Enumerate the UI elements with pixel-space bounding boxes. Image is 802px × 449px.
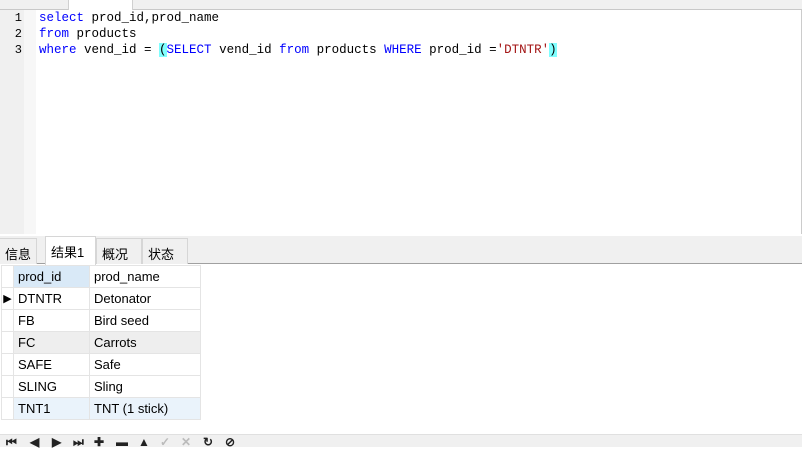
grid-toolbar: ⏮ ◀ ▶ ⏭ ✚ ▬ ▲ ✓ ✕ ↻ ⊘	[0, 434, 802, 448]
keyword: from	[39, 27, 70, 41]
delete-record-icon[interactable]: ▬	[116, 436, 128, 448]
apply-changes-icon[interactable]: ✓	[160, 436, 170, 448]
code-line-3: where vend_id = (SELECT vend_id from pro…	[39, 43, 557, 57]
column-header-prod-id[interactable]: prod_id	[13, 265, 90, 288]
row-indicator	[1, 265, 14, 288]
fold-margin	[24, 10, 36, 234]
code-text: products	[69, 27, 137, 41]
tab-profile[interactable]: 概况	[96, 238, 142, 264]
string-literal: 'DTNTR'	[496, 43, 550, 57]
row-indicator	[1, 309, 14, 332]
line-number: 2	[14, 27, 22, 41]
stop-icon[interactable]: ⊘	[225, 436, 235, 448]
refresh-icon[interactable]: ↻	[203, 436, 213, 448]
keyword: select	[39, 11, 85, 25]
table-row[interactable]: FC Carrots	[1, 331, 201, 354]
table-row[interactable]: TNT1 TNT (1 stick)	[1, 397, 201, 420]
query-tab-strip	[0, 0, 802, 10]
sql-editor[interactable]: 1 2 3 select prod_id,prod_name from prod…	[0, 10, 802, 234]
cell[interactable]: FC	[13, 331, 90, 354]
code-text: prod_id =	[421, 43, 497, 57]
keyword: WHERE	[384, 43, 422, 57]
prev-record-icon[interactable]: ◀	[30, 436, 39, 448]
column-header-prod-name[interactable]: prod_name	[89, 265, 201, 288]
result-grid[interactable]: prod_id prod_name ▶ DTNTR Detonator FB B…	[1, 265, 201, 420]
cell[interactable]: Detonator	[89, 287, 201, 310]
cell[interactable]: TNT1	[13, 397, 90, 420]
row-indicator	[1, 353, 14, 376]
tab-info[interactable]: 信息	[0, 238, 38, 264]
header-row: prod_id prod_name	[1, 265, 201, 288]
query-tab[interactable]	[68, 0, 133, 10]
result-tabs: 信息 结果1 概况 状态	[0, 236, 802, 265]
code-text: vend_id =	[76, 43, 160, 57]
code-line-2: from products	[39, 27, 137, 41]
code-text: prod_id,prod_name	[84, 11, 220, 25]
row-indicator	[1, 331, 14, 354]
cell[interactable]: Safe	[89, 353, 201, 376]
line-number: 1	[14, 11, 22, 25]
code-text: products	[309, 43, 385, 57]
paren-match: (	[159, 43, 167, 57]
paren-match: )	[549, 43, 557, 57]
keyword: where	[39, 43, 77, 57]
cell[interactable]: SAFE	[13, 353, 90, 376]
last-record-icon[interactable]: ⏭	[73, 436, 84, 448]
code-line-1: select prod_id,prod_name	[39, 11, 219, 25]
keyword: SELECT	[166, 43, 212, 57]
keyword: from	[279, 43, 310, 57]
cell[interactable]: TNT (1 stick)	[89, 397, 201, 420]
tab-result1[interactable]: 结果1	[45, 236, 96, 265]
row-indicator	[1, 375, 14, 398]
table-row[interactable]: SLING Sling	[1, 375, 201, 398]
cell[interactable]: DTNTR	[13, 287, 90, 310]
code-text: vend_id	[211, 43, 280, 57]
cell[interactable]: Sling	[89, 375, 201, 398]
table-row[interactable]: SAFE Safe	[1, 353, 201, 376]
line-number-gutter: 1 2 3	[0, 10, 24, 234]
tab-status[interactable]: 状态	[142, 238, 188, 264]
up-icon[interactable]: ▲	[138, 436, 150, 448]
row-indicator	[1, 397, 14, 420]
next-record-icon[interactable]: ▶	[52, 436, 61, 448]
first-record-icon[interactable]: ⏮	[6, 436, 17, 448]
add-record-icon[interactable]: ✚	[94, 436, 104, 448]
cell[interactable]: SLING	[13, 375, 90, 398]
cell[interactable]: Bird seed	[89, 309, 201, 332]
current-row-marker-icon: ▶	[1, 287, 14, 310]
discard-changes-icon[interactable]: ✕	[181, 436, 191, 448]
cell[interactable]: Carrots	[89, 331, 201, 354]
table-row[interactable]: FB Bird seed	[1, 309, 201, 332]
table-row[interactable]: ▶ DTNTR Detonator	[1, 287, 201, 310]
cell[interactable]: FB	[13, 309, 90, 332]
line-number: 3	[14, 43, 22, 57]
